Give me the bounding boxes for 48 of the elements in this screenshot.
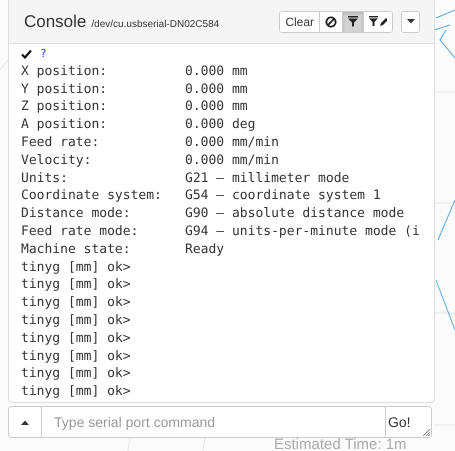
log-value: 0.000 mm [185, 98, 248, 116]
console-title: Console [24, 12, 86, 32]
command-field[interactable]: Type serial port command [42, 406, 385, 438]
log-value: Ready [185, 240, 224, 259]
filter-button[interactable] [342, 12, 363, 32]
clear-button[interactable]: Clear [280, 12, 319, 32]
log-line: tinyg [mm] ok> [21, 294, 131, 312]
log-label: Units: [21, 170, 69, 188]
log-label: Velocity: [21, 152, 92, 170]
log-label: Y position: [21, 80, 108, 98]
log-label: A position: [21, 116, 108, 134]
caret-up-icon [21, 420, 29, 424]
log-value: 0.000 deg [185, 116, 256, 134]
log-label: Distance mode: [21, 205, 132, 223]
caret-icon [406, 19, 414, 24]
resize-grip-icon [423, 429, 430, 436]
filter-icon [348, 16, 358, 27]
log-label: Feed rate: [21, 134, 100, 152]
log-line: tinyg [mm] ok> [21, 348, 131, 366]
log-label: Coordinate system: [21, 187, 163, 206]
log-value: 0.000 mm/min [185, 134, 279, 152]
log-label: Z position: [21, 98, 108, 116]
check-icon [21, 49, 32, 59]
log-value: 0.000 mm [185, 62, 248, 81]
log-label: Machine state: [21, 240, 132, 259]
log-text: ? [40, 46, 47, 62]
log-value: 0.000 mm [185, 80, 248, 98]
log-line: tinyg [mm] ok> [21, 330, 131, 348]
block-icon [325, 16, 337, 28]
filter-pencil-icon [369, 16, 387, 27]
log-value: G21 – millimeter mode [185, 170, 350, 188]
log-value: G90 – absolute distance mode [185, 205, 404, 223]
log-line: tinyg [mm] ok> [21, 383, 131, 401]
log-label: Feed rate mode: [21, 222, 140, 241]
port-name: /dev/cu.usbserial-DN02C584 [91, 18, 220, 30]
estimated-time: Estimated Time: 1m [274, 438, 407, 451]
log-line: tinyg [mm] ok> [21, 312, 131, 330]
filter-edit-button[interactable] [363, 12, 392, 32]
log-line: tinyg [mm] ok> [21, 276, 131, 294]
log-value: G54 – coordinate system 1 [185, 187, 381, 206]
go-button[interactable]: Go! [385, 406, 432, 438]
log-line: tinyg [mm] ok> [21, 258, 131, 276]
log-line: tinyg [mm] ok> [21, 365, 131, 384]
log-value: 0.000 mm/min [185, 152, 279, 170]
dropdown-button[interactable] [401, 10, 420, 32]
log-value: G94 – units-per-minute mode (i [185, 222, 420, 241]
log-label: X position: [21, 62, 108, 81]
block-button[interactable] [319, 12, 342, 32]
